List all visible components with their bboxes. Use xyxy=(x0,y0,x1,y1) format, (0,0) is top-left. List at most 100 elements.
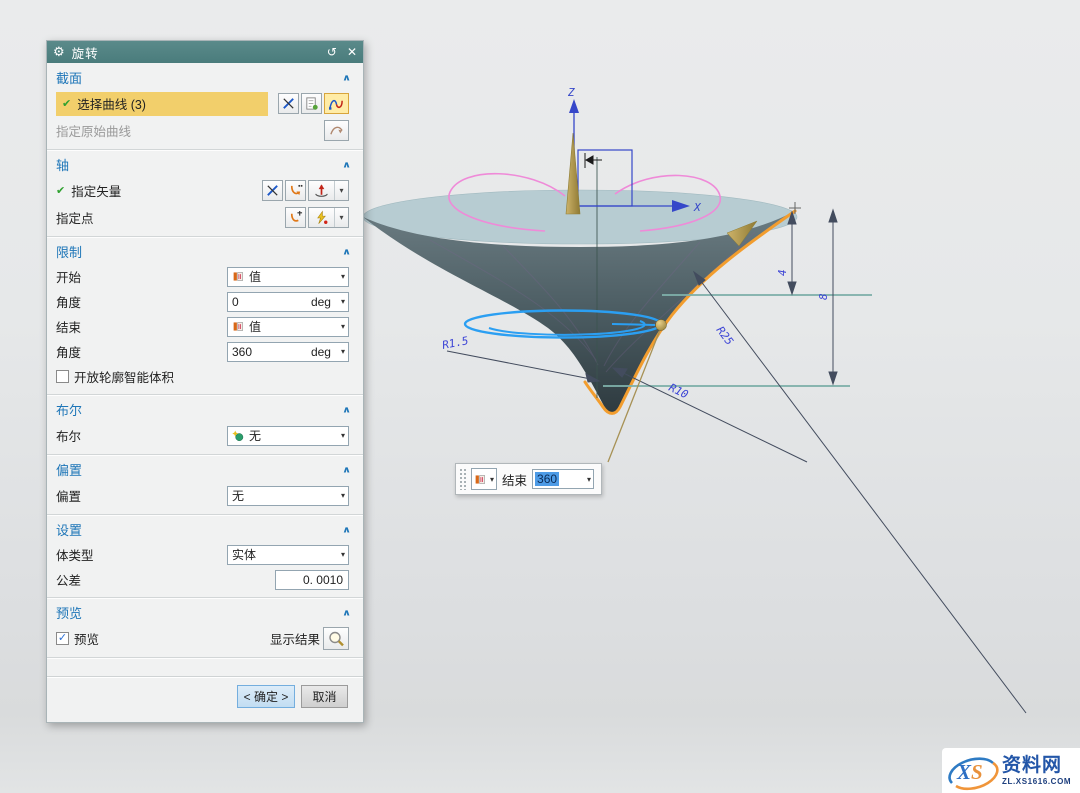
value-icon xyxy=(474,473,487,486)
end-mini-label: 结束 xyxy=(502,470,527,489)
end-angle-field[interactable]: 360 deg ▾ xyxy=(227,342,349,362)
select-curves-field[interactable]: ✔ 选择曲线 (3) xyxy=(56,92,268,116)
section-group-offset: 偏置 ∧ 偏置 无 ▾ xyxy=(47,455,363,515)
crossing-arrows-icon xyxy=(281,96,296,111)
collapse-icon[interactable]: ∧ xyxy=(342,246,351,256)
dropdown-arrow-icon: ▾ xyxy=(341,322,345,331)
dropdown-arrow-icon: ▾ xyxy=(341,297,345,306)
start-angle-field[interactable]: 0 deg ▾ xyxy=(227,292,349,312)
boolean-combo[interactable]: 无 ▾ xyxy=(227,426,349,446)
drag-handle[interactable] xyxy=(459,468,466,490)
start-option-combo[interactable]: 值 ▾ xyxy=(227,267,349,287)
start-angle-label: 角度 xyxy=(56,292,81,311)
settings-header: 设置 xyxy=(56,520,82,539)
end-option-value: 值 xyxy=(249,318,261,335)
origin-curve-button[interactable] xyxy=(324,120,349,141)
close-button[interactable]: ✕ xyxy=(347,45,357,59)
select-curves-label: 选择曲线 (3) xyxy=(77,94,146,113)
watermark-name: 资料网 xyxy=(1002,756,1071,775)
ok-button[interactable]: < 确定 > xyxy=(237,685,295,708)
open-profile-label: 开放轮廓智能体积 xyxy=(74,367,174,386)
watermark-url: ZL.XS1616.COM xyxy=(1002,777,1071,786)
value-icon xyxy=(232,270,245,283)
cancel-button[interactable]: 取消 xyxy=(301,685,348,708)
end-angle-mini-input[interactable]: 360 ▾ xyxy=(532,469,594,489)
offset-combo[interactable]: 无 ▾ xyxy=(227,486,349,506)
vector-type-combo[interactable]: ▾ xyxy=(308,180,349,201)
magnifier-icon xyxy=(327,630,345,648)
dialog-resize-strip[interactable] xyxy=(47,715,363,722)
curve-selection-button[interactable] xyxy=(324,93,349,114)
collapse-icon[interactable]: ∧ xyxy=(342,404,351,414)
collapse-icon[interactable]: ∧ xyxy=(342,607,351,617)
section-group-axis: 轴 ∧ ✔ 指定矢量 xyxy=(47,150,363,237)
end-angle-mini-value: 360 xyxy=(535,472,559,486)
svg-text:XS: XS xyxy=(956,760,983,784)
boolean-value: 无 xyxy=(249,427,261,444)
preview-checkbox[interactable]: ✓ xyxy=(56,632,69,645)
check-icon: ✔ xyxy=(56,184,65,197)
dialog-footer: < 确定 > 取消 xyxy=(47,676,363,715)
inferred-point-icon xyxy=(313,210,330,226)
dropdown-arrow-icon: ▾ xyxy=(341,550,345,559)
start-option-value: 值 xyxy=(249,268,261,285)
tolerance-input[interactable]: 0. 0010 xyxy=(275,570,349,590)
dropdown-arrow-icon: ▾ xyxy=(341,431,345,440)
collapse-icon[interactable]: ∧ xyxy=(342,159,351,169)
watermark-logo: XS xyxy=(944,750,1000,792)
rotation-handle-spoke xyxy=(612,324,655,325)
collapse-icon[interactable]: ∧ xyxy=(342,72,351,82)
end-angle-label: 角度 xyxy=(56,342,81,361)
end-option-combo[interactable]: 值 ▾ xyxy=(227,317,349,337)
deselect-button[interactable] xyxy=(278,93,299,114)
vector-constructor-icon xyxy=(288,183,303,198)
tolerance-value: 0. 0010 xyxy=(303,573,343,587)
vector-deselect-button[interactable] xyxy=(262,180,283,201)
tolerance-label: 公差 xyxy=(56,570,81,589)
checkbox-check-icon: ✓ xyxy=(58,633,67,644)
boolean-none-icon xyxy=(232,429,245,442)
origin-curve-icon xyxy=(328,123,345,138)
dim-label-8: 8 xyxy=(817,293,830,300)
axis-header: 轴 xyxy=(56,155,69,174)
curve-icon xyxy=(328,96,345,111)
section-group-settings: 设置 ∧ 体类型 实体 ▾ 公差 0. 0010 xyxy=(47,515,363,598)
start-label: 开始 xyxy=(56,267,81,286)
collapse-icon[interactable]: ∧ xyxy=(342,524,351,534)
value-icon xyxy=(232,320,245,333)
show-result-label: 显示结果 xyxy=(270,629,320,648)
reset-button[interactable]: ↺ xyxy=(327,45,337,59)
offset-value: 无 xyxy=(232,487,244,504)
vector-dialog-button[interactable] xyxy=(285,180,306,201)
dialog-title: 旋转 xyxy=(72,43,99,62)
show-result-button[interactable] xyxy=(323,627,349,650)
dialog-titlebar[interactable]: ⚙ 旋转 ↺ ✕ xyxy=(47,41,363,63)
dropdown-arrow-icon: ▾ xyxy=(341,272,345,281)
open-profile-checkbox[interactable] xyxy=(56,370,69,383)
end-label: 结束 xyxy=(56,317,81,336)
collapse-icon[interactable]: ∧ xyxy=(342,464,351,474)
body-type-label: 体类型 xyxy=(56,545,94,564)
dim-label-r1-5: R1.5 xyxy=(441,334,469,352)
dim-label-4: 4 xyxy=(776,269,789,276)
drag-handle-sphere[interactable] xyxy=(656,320,667,331)
onscreen-input-toolbar: ▾ 结束 360 ▾ xyxy=(455,463,602,495)
limits-header: 限制 xyxy=(56,242,82,261)
end-option-mini-combo[interactable]: ▾ xyxy=(471,468,497,490)
section-group-boolean: 布尔 ∧ 布尔 无 ▾ xyxy=(47,395,363,455)
point-dialog-button[interactable] xyxy=(285,207,306,228)
check-icon: ✔ xyxy=(62,97,71,110)
section-header: 截面 xyxy=(56,68,82,87)
point-type-combo[interactable]: ▾ xyxy=(308,207,349,228)
curve-rule-button[interactable] xyxy=(301,93,322,114)
point-constructor-icon xyxy=(288,210,303,225)
gear-icon: ⚙ xyxy=(53,44,65,60)
offset-header: 偏置 xyxy=(56,460,82,479)
section-group-limits: 限制 ∧ 开始 值 ▾ 角度 xyxy=(47,237,363,395)
watermark: XS 资料网 ZL.XS1616.COM xyxy=(942,748,1080,793)
section-group-section: 截面 ∧ ✔ 选择曲线 (3) xyxy=(47,63,363,150)
body-type-combo[interactable]: 实体 ▾ xyxy=(227,545,349,565)
rotation-axis-icon xyxy=(313,183,330,199)
dropdown-arrow-icon: ▾ xyxy=(341,491,345,500)
preview-label: 预览 xyxy=(74,629,99,648)
